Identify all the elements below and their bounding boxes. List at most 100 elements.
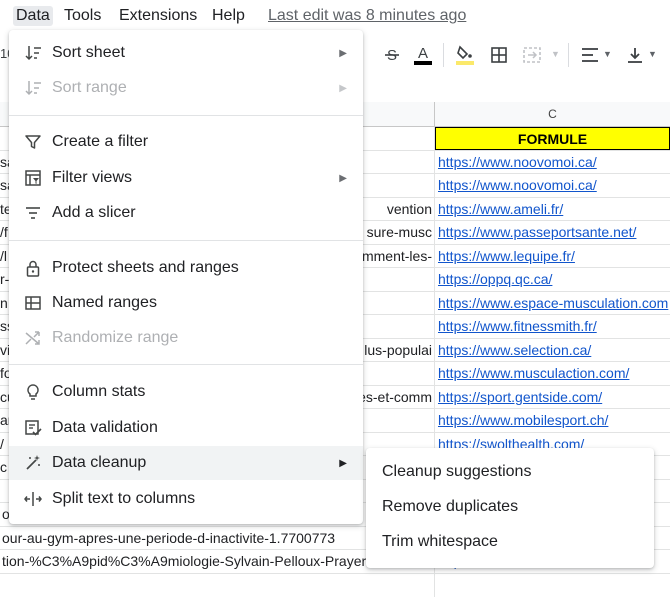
submenu-arrow-icon: ▶ [339, 82, 347, 94]
svg-text:A: A [418, 45, 428, 62]
filter-views-icon [23, 168, 43, 188]
cell-link[interactable]: https://www.lequipe.fr/ [438, 248, 575, 264]
cell-column-c[interactable]: https://oppq.qc.ca/ [435, 268, 670, 291]
cell-column-a-fragment[interactable]: /f [0, 221, 9, 244]
cell-link[interactable]: https://www.ameli.fr/ [438, 201, 563, 217]
menu-tools[interactable]: Tools [61, 6, 104, 26]
menu-item-data-cleanup[interactable]: Data cleanup ▶ [9, 446, 363, 480]
menu-item-label: Create a filter [52, 133, 149, 150]
cell-link[interactable]: https://oppq.qc.ca/ [438, 271, 552, 287]
cell-column-c[interactable]: https://www.noovomoi.ca/ [435, 151, 670, 174]
menu-extensions[interactable]: Extensions [116, 6, 200, 26]
cell-column-a-fragment[interactable]: fo [0, 362, 9, 385]
cell-column-c[interactable]: https://www.noovomoi.ca/ [435, 174, 670, 197]
cell-column-a-fragment[interactable]: cu [0, 386, 9, 409]
horizontal-align-icon[interactable] [579, 44, 601, 66]
toolbar-divider [568, 43, 569, 67]
menu-item-label: Data validation [52, 419, 158, 436]
cell-column-a-fragment[interactable]: ss [0, 315, 9, 338]
magic-wand-icon [23, 453, 43, 473]
menu-item-protect-sheets[interactable]: Protect sheets and ranges [9, 251, 363, 285]
submenu-item-label: Cleanup suggestions [382, 463, 532, 480]
sort-icon [23, 43, 43, 63]
menu-item-add-slicer[interactable]: Add a slicer [9, 196, 363, 230]
cell-formule-header[interactable]: FORMULE [435, 127, 670, 150]
menu-item-label: Sort sheet [52, 44, 125, 61]
menu-item-sort-sheet[interactable]: Sort sheet ▶ [9, 36, 363, 70]
lightbulb-icon [23, 382, 43, 402]
submenu-item-label: Trim whitespace [382, 533, 498, 550]
menu-bar: Data Tools Extensions Help Last edit was… [0, 0, 670, 30]
menu-item-column-stats[interactable]: Column stats [9, 375, 363, 409]
submenu-item-label: Remove duplicates [382, 498, 519, 515]
cell-link[interactable]: https://www.noovomoi.ca/ [438, 154, 597, 170]
cell-column-a-fragment[interactable]: r- [0, 268, 9, 291]
menu-divider [9, 115, 363, 116]
cell-column-c[interactable]: https://www.selection.ca/ [435, 339, 670, 362]
cell-column-a-fragment[interactable]: te [0, 198, 9, 221]
menu-item-sort-range[interactable]: Sort range ▶ [9, 71, 363, 105]
cell-column-c[interactable]: https://www.lequipe.fr/ [435, 245, 670, 268]
fill-color-icon[interactable] [454, 44, 476, 66]
cell-column-a-fragment[interactable]: vi [0, 339, 9, 362]
menu-item-label: Split text to columns [52, 490, 196, 507]
cell-column-a-fragment[interactable]: / [0, 433, 9, 456]
submenu-item-remove-duplicates[interactable]: Remove duplicates [366, 490, 654, 524]
header-text: FORMULE [517, 131, 588, 147]
data-cleanup-submenu: Cleanup suggestions Remove duplicates Tr… [366, 448, 654, 568]
cell-column-a-fragment[interactable]: sa [0, 151, 9, 174]
last-edit-link[interactable]: Last edit was 8 minutes ago [268, 6, 466, 26]
cell-link[interactable]: https://www.passeportsante.net/ [438, 224, 636, 240]
submenu-item-trim-whitespace[interactable]: Trim whitespace [366, 525, 654, 559]
menu-item-data-validation[interactable]: Data validation [9, 411, 363, 445]
menu-divider [9, 364, 363, 365]
menu-item-label: Randomize range [52, 329, 179, 346]
menu-item-named-ranges[interactable]: Named ranges [9, 286, 363, 320]
cell-column-c[interactable]: https://www.mobilesport.ch/ [435, 409, 670, 432]
cell-column-c[interactable]: https://sport.gentside.com/ [435, 386, 670, 409]
cell-link[interactable]: https://www.selection.ca/ [438, 342, 591, 358]
cell-column-c[interactable]: https://www.ameli.fr/ [435, 198, 670, 221]
menu-item-label: Data cleanup [52, 454, 147, 471]
submenu-arrow-icon: ▶ [339, 47, 347, 59]
chevron-down-icon[interactable]: ▼ [551, 49, 560, 59]
chevron-down-icon[interactable]: ▼ [603, 49, 612, 59]
lock-icon [23, 258, 43, 278]
cell-column-c[interactable]: https://www.espace-musculation.com [435, 292, 670, 315]
cell-link[interactable]: https://www.fitnessmith.fr/ [438, 318, 597, 334]
submenu-arrow-icon: ▶ [339, 457, 347, 469]
cell-column-a-fragment[interactable]: ar [0, 409, 9, 432]
toolbar-divider [443, 43, 444, 67]
menu-item-split-text[interactable]: Split text to columns [9, 482, 363, 516]
cell-link[interactable]: https://sport.gentside.com/ [438, 389, 602, 405]
cell-column-a-fragment[interactable]: c [0, 456, 9, 479]
cell-column-a-fragment[interactable]: n. [0, 292, 9, 315]
split-columns-icon [23, 489, 43, 509]
menu-item-label: Named ranges [52, 294, 157, 311]
cell-column-a-fragment[interactable]: /l [0, 245, 9, 268]
submenu-item-cleanup-suggestions[interactable]: Cleanup suggestions [366, 455, 654, 489]
menu-help[interactable]: Help [209, 6, 248, 26]
column-header-c[interactable]: C [434, 102, 670, 127]
cell-column-c[interactable]: https://www.fitnessmith.fr/ [435, 315, 670, 338]
cell-link[interactable]: https://www.mobilesport.ch/ [438, 412, 608, 428]
merge-cells-icon[interactable] [521, 44, 543, 66]
menu-item-label: Filter views [52, 169, 133, 186]
cell-link[interactable]: https://www.noovomoi.ca/ [438, 177, 597, 193]
borders-icon[interactable] [488, 44, 510, 66]
menu-item-randomize-range[interactable]: Randomize range [9, 321, 363, 355]
cell-link[interactable]: https://www.musculaction.com/ [438, 365, 629, 381]
strikethrough-icon[interactable]: S [381, 44, 403, 66]
text-color-icon[interactable]: A [412, 44, 434, 66]
menu-item-filter-views[interactable]: Filter views ▶ [9, 161, 363, 195]
menu-data[interactable]: Data [13, 6, 53, 26]
cell-column-a-fragment[interactable]: sa [0, 174, 9, 197]
cell-column-c[interactable]: https://www.passeportsante.net/ [435, 221, 670, 244]
cell-link[interactable]: https://www.espace-musculation.com [438, 295, 668, 311]
sort-icon [23, 78, 43, 98]
menu-item-create-filter[interactable]: Create a filter [9, 125, 363, 159]
cell-column-c[interactable]: https://www.musculaction.com/ [435, 362, 670, 385]
vertical-align-icon[interactable] [624, 44, 646, 66]
chevron-down-icon[interactable]: ▼ [648, 49, 657, 59]
named-ranges-icon [23, 293, 43, 313]
